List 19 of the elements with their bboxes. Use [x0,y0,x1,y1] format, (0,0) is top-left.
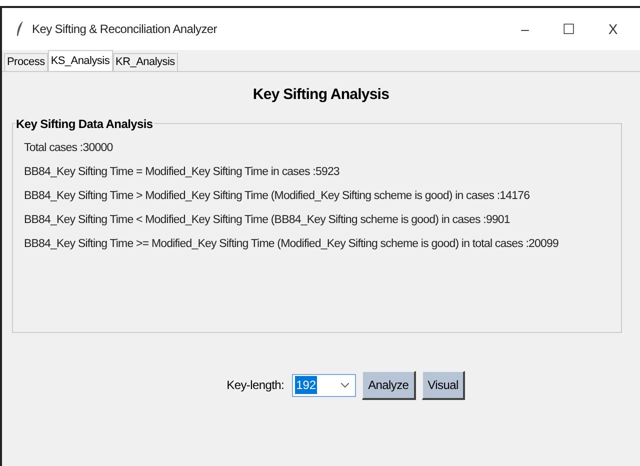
analysis-line: BB84_Key Sifting Time > Modified_Key Sifting Time (Modified_Key Sifting scheme is good) in cases :14176 [24,188,531,204]
key-length-label: Key-length: [226,377,284,394]
key-length-combobox[interactable]: 192 [292,374,356,396]
section-heading: Key Sifting Analysis [252,85,390,105]
feather-icon [16,21,24,37]
analysis-line: BB84_Key Sifting Time >= Modified_Key Sifting Time (Modified_Key Sifting scheme is good) in total cases :20099 [24,236,560,252]
action-button[interactable]: Analyze [362,370,416,400]
analysis-line: Total cases :30000 [24,140,114,156]
tab[interactable]: KR_Analysis [112,53,178,71]
window-control-button[interactable]: – [518,18,532,40]
analysis-line: BB84_Key Sifting Time = Modified_Key Sifting Time in cases :5923 [24,164,340,180]
window-control-button[interactable]: X [606,18,620,40]
analysis-line: BB84_Key Sifting Time < Modified_Key Sifting Time (BB84_Key Sifting scheme is good) in cases :9901 [24,212,511,228]
tab[interactable]: KS_Analysis [48,50,113,71]
action-button[interactable]: Visual [422,370,466,400]
window-control-button[interactable]: ☐ [562,18,576,40]
tab[interactable]: Process [4,53,48,71]
chevron-down-icon [341,382,350,388]
window-title: Key Sifting & Reconciliation Analyzer [32,21,218,38]
